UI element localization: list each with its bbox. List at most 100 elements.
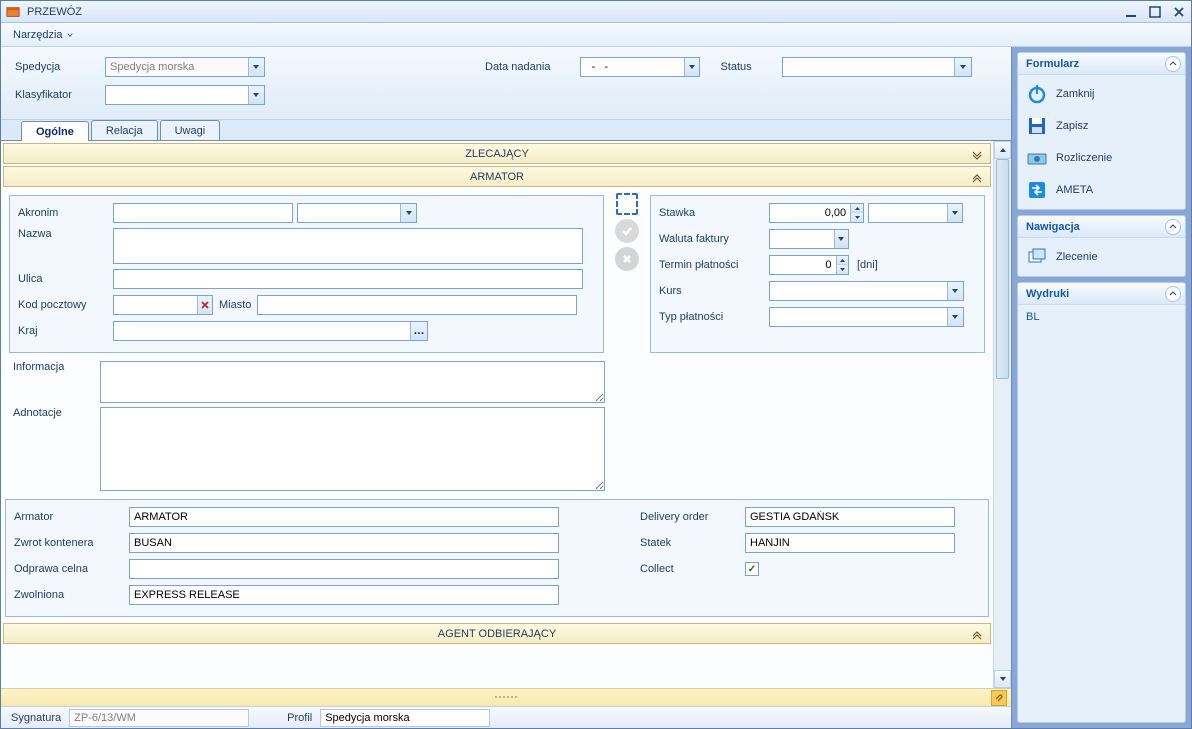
section-agent[interactable]: AGENT ODBIERAJĄCY	[3, 623, 991, 644]
miasto-input[interactable]	[257, 295, 577, 315]
minimize-button[interactable]	[1123, 5, 1139, 19]
status-combo[interactable]	[782, 57, 972, 77]
cancel-icon[interactable]	[615, 247, 639, 271]
maximize-button[interactable]	[1147, 5, 1163, 19]
spin-up-icon[interactable]	[837, 256, 849, 265]
collect-label: Collect	[640, 563, 745, 575]
zwolniona-input[interactable]	[129, 585, 559, 605]
window-title: PRZEWÓZ	[27, 6, 1123, 18]
nazwa-label: Nazwa	[18, 228, 113, 240]
scroll-thumb[interactable]	[996, 159, 1009, 379]
akronim-input[interactable]	[113, 203, 293, 223]
data-nadania-combo[interactable]	[580, 57, 700, 77]
kurs-input[interactable]	[770, 282, 947, 300]
app-window: PRZEWÓZ Narzędzia Spedycja Dat	[0, 0, 1192, 729]
chevron-down-icon[interactable]	[947, 282, 963, 300]
side-item-zapisz[interactable]: Zapisz	[1022, 113, 1181, 139]
kod-field	[113, 295, 213, 315]
tab-uwagi[interactable]: Uwagi	[160, 120, 221, 140]
kod-input[interactable]	[114, 296, 197, 314]
odprawa-input[interactable]	[129, 559, 559, 579]
chevron-down-icon[interactable]	[400, 204, 416, 222]
scroll-track[interactable]	[994, 159, 1011, 670]
stawka-currency-input[interactable]	[869, 204, 947, 222]
footer-bar: Sygnatura Profil	[1, 706, 1011, 728]
kurs-label: Kurs	[659, 285, 769, 297]
klasyfikator-combo[interactable]	[105, 85, 265, 105]
scroll-down-icon[interactable]	[994, 670, 1011, 688]
ulica-input[interactable]	[113, 269, 583, 289]
grip-icon	[486, 692, 526, 702]
chevron-down-icon[interactable]	[248, 86, 264, 104]
chevron-down-icon[interactable]	[947, 204, 962, 222]
chevron-down-icon[interactable]	[248, 58, 264, 76]
chevron-down-icon[interactable]	[684, 58, 700, 76]
zwolniona-label: Zwolniona	[14, 589, 129, 601]
zwrot-input[interactable]	[129, 533, 559, 553]
armator-input[interactable]	[129, 507, 559, 527]
typ-combo[interactable]	[769, 307, 964, 327]
side-head-formularz[interactable]: Formularz	[1018, 53, 1185, 75]
akronim-combo-input[interactable]	[298, 204, 400, 222]
tab-relacja[interactable]: Relacja	[91, 120, 158, 140]
close-button[interactable]	[1171, 5, 1187, 19]
stawka-currency-combo[interactable]	[868, 203, 963, 223]
kraj-input[interactable]	[114, 322, 410, 340]
delivery-input[interactable]	[745, 507, 955, 527]
tab-ogolne[interactable]: Ogólne	[21, 121, 89, 141]
typ-input[interactable]	[770, 308, 947, 326]
status-input[interactable]	[783, 58, 955, 76]
chevron-down-icon[interactable]	[954, 58, 970, 76]
termin-spin[interactable]	[769, 255, 849, 275]
side-item-rozliczenie[interactable]: Rozliczenie	[1022, 145, 1181, 171]
side-item-zamknij[interactable]: Zamknij	[1022, 81, 1181, 107]
vertical-scrollbar[interactable]	[993, 141, 1011, 688]
scroll-up-icon[interactable]	[994, 141, 1011, 159]
collapse-icon[interactable]	[1165, 56, 1181, 72]
statek-input[interactable]	[745, 533, 955, 553]
chevron-down-icon[interactable]	[834, 230, 848, 248]
informacja-input[interactable]	[100, 361, 605, 403]
side-item-zlecenie[interactable]: Zlecenie	[1022, 244, 1181, 270]
collect-checkbox[interactable]	[745, 562, 759, 576]
spin-up-icon[interactable]	[851, 204, 863, 213]
select-rect-icon[interactable]	[616, 193, 638, 215]
ellipsis-icon[interactable]: …	[410, 322, 427, 340]
side-link-bl[interactable]: BL	[1018, 307, 1185, 327]
confirm-icon[interactable]	[615, 219, 639, 243]
side-item-ameta[interactable]: AMETA	[1022, 177, 1181, 203]
spedycja-input	[106, 58, 248, 76]
stawka-input[interactable]	[770, 204, 850, 222]
informacja-label: Informacja	[5, 361, 100, 373]
waluta-combo[interactable]	[769, 229, 849, 249]
spedycja-combo[interactable]	[105, 57, 265, 77]
nazwa-input[interactable]	[113, 228, 583, 264]
stawka-spin[interactable]	[769, 203, 864, 223]
waluta-input[interactable]	[770, 230, 834, 248]
tab-label: Ogólne	[36, 126, 74, 138]
adnotacje-input[interactable]	[100, 407, 605, 491]
spin-down-icon[interactable]	[851, 213, 863, 222]
side-head-wydruki[interactable]: Wydruki	[1018, 283, 1185, 305]
menu-tools[interactable]: Narzędzia	[7, 26, 79, 44]
armator-address-group: Akronim Nazwa	[9, 195, 604, 353]
chevron-down-icon[interactable]	[947, 308, 963, 326]
akronim-combo[interactable]	[297, 203, 417, 223]
attachment-icon[interactable]	[991, 690, 1007, 706]
collapse-icon[interactable]	[1165, 219, 1181, 235]
chevron-up-icon[interactable]	[970, 170, 984, 184]
data-nadania-input[interactable]	[581, 58, 683, 76]
chevron-down-icon[interactable]	[970, 147, 984, 161]
kurs-combo[interactable]	[769, 281, 964, 301]
termin-input[interactable]	[770, 256, 836, 274]
chevron-up-icon[interactable]	[970, 627, 984, 641]
collapse-icon[interactable]	[1165, 286, 1181, 302]
side-head-nawigacja[interactable]: Nawigacja	[1018, 216, 1185, 238]
resize-band[interactable]	[1, 688, 1011, 706]
clear-icon[interactable]	[197, 296, 212, 314]
section-zlecajacy[interactable]: ZLECAJĄCY	[3, 143, 991, 164]
spin-down-icon[interactable]	[837, 265, 849, 274]
klasyfikator-input[interactable]	[106, 86, 248, 104]
section-armator[interactable]: ARMATOR	[3, 166, 991, 187]
section-title: AGENT ODBIERAJĄCY	[438, 628, 556, 640]
